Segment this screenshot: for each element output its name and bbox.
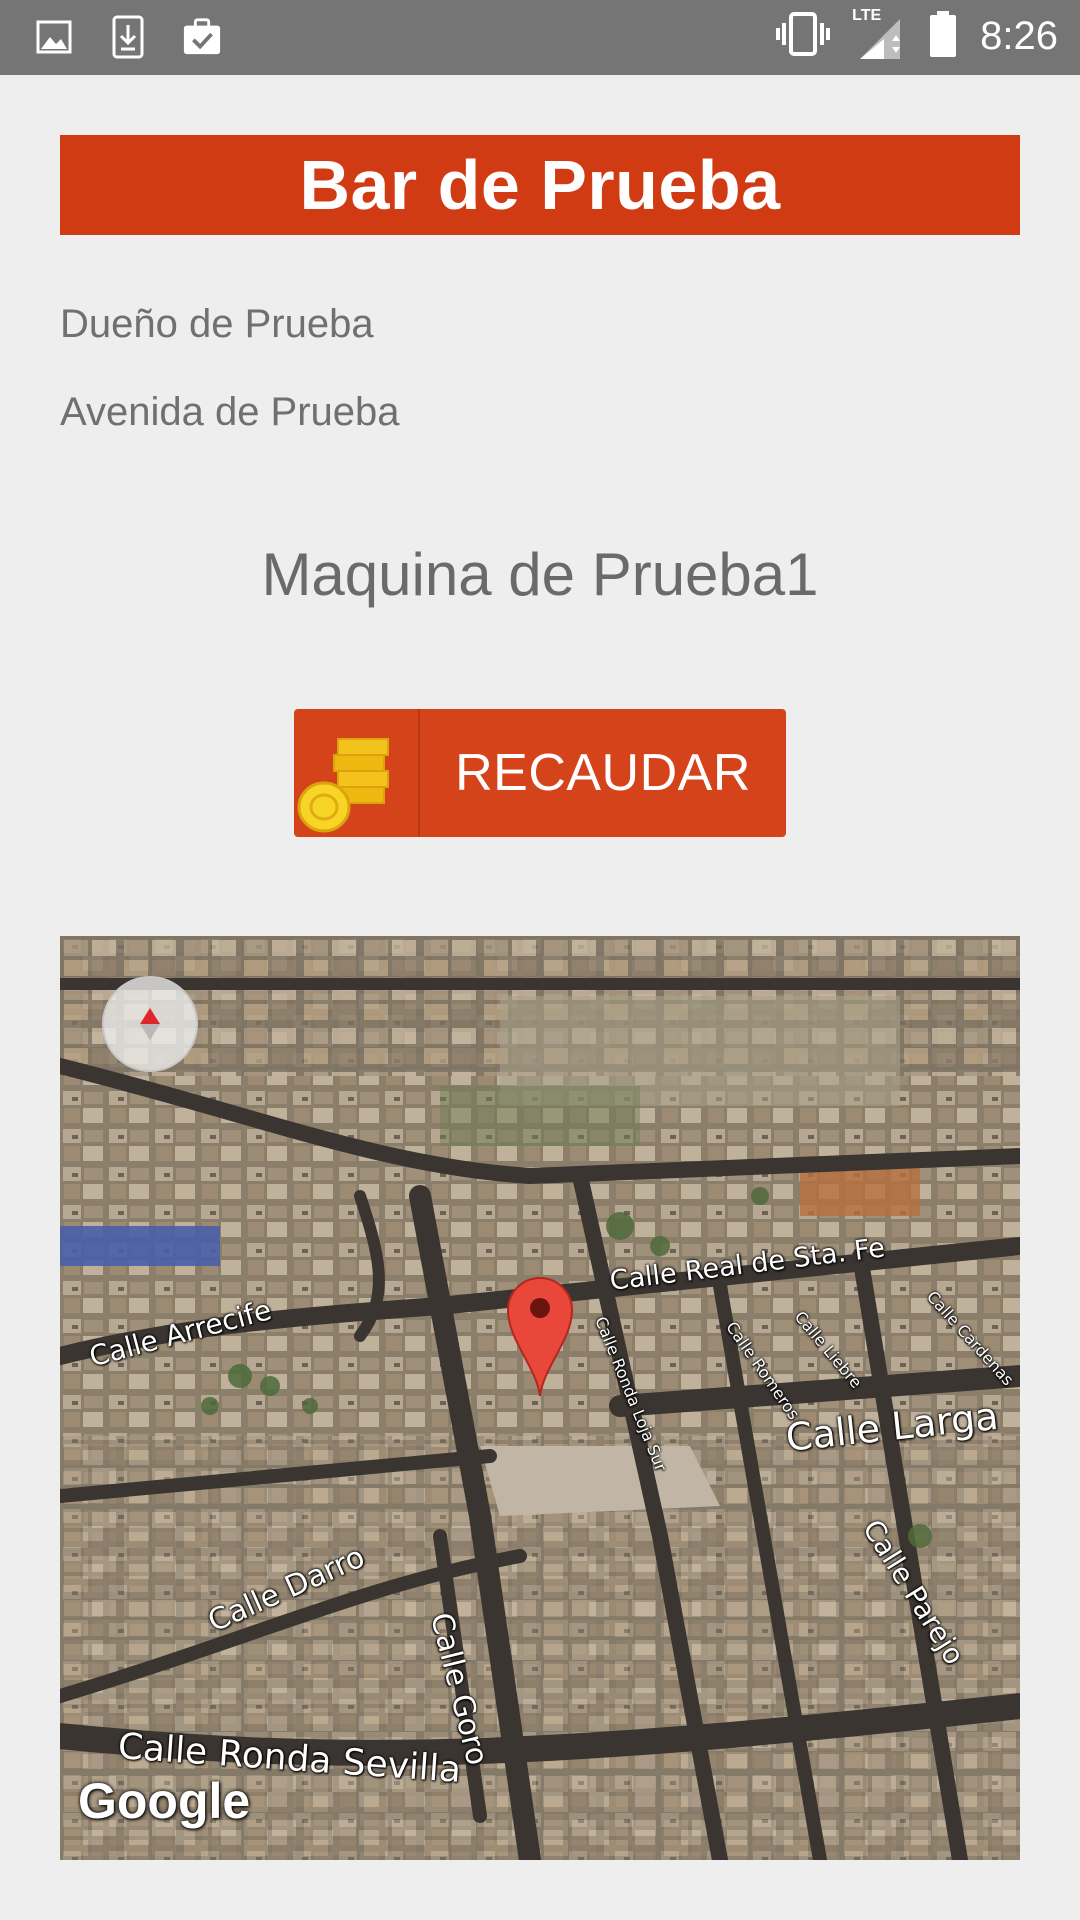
- venue-title: Bar de Prueba: [299, 146, 781, 224]
- status-time: 8:26: [980, 14, 1058, 58]
- coins-icon: [294, 709, 418, 837]
- image-icon: [34, 14, 74, 60]
- location-pin-icon[interactable]: [506, 1274, 574, 1398]
- venue-address: Avenida de Prueba: [60, 390, 400, 434]
- signal-icon: LTE: [852, 7, 906, 61]
- notification-icons: [34, 14, 222, 60]
- recaudar-label: RECAUDAR: [455, 744, 751, 802]
- machine-name: Maquina de Prueba1: [261, 541, 819, 608]
- recaudar-button[interactable]: RECAUDAR: [294, 709, 786, 837]
- compass-button[interactable]: [102, 976, 198, 1072]
- clipboard-check-icon: [182, 14, 222, 60]
- vibrate-icon: [776, 11, 831, 62]
- venue-header: Bar de Prueba: [60, 135, 1020, 235]
- location-map[interactable]: Calle Real de Sta. Fe Calle Arrecife Cal…: [60, 936, 1020, 1860]
- download-icon: [108, 14, 148, 60]
- google-attribution: Google: [78, 1773, 251, 1829]
- owner-name: Dueño de Prueba: [60, 302, 374, 346]
- system-icons: LTE 8:26: [776, 7, 1058, 63]
- status-bar: LTE 8:26: [0, 0, 1080, 75]
- battery-icon: [928, 10, 958, 63]
